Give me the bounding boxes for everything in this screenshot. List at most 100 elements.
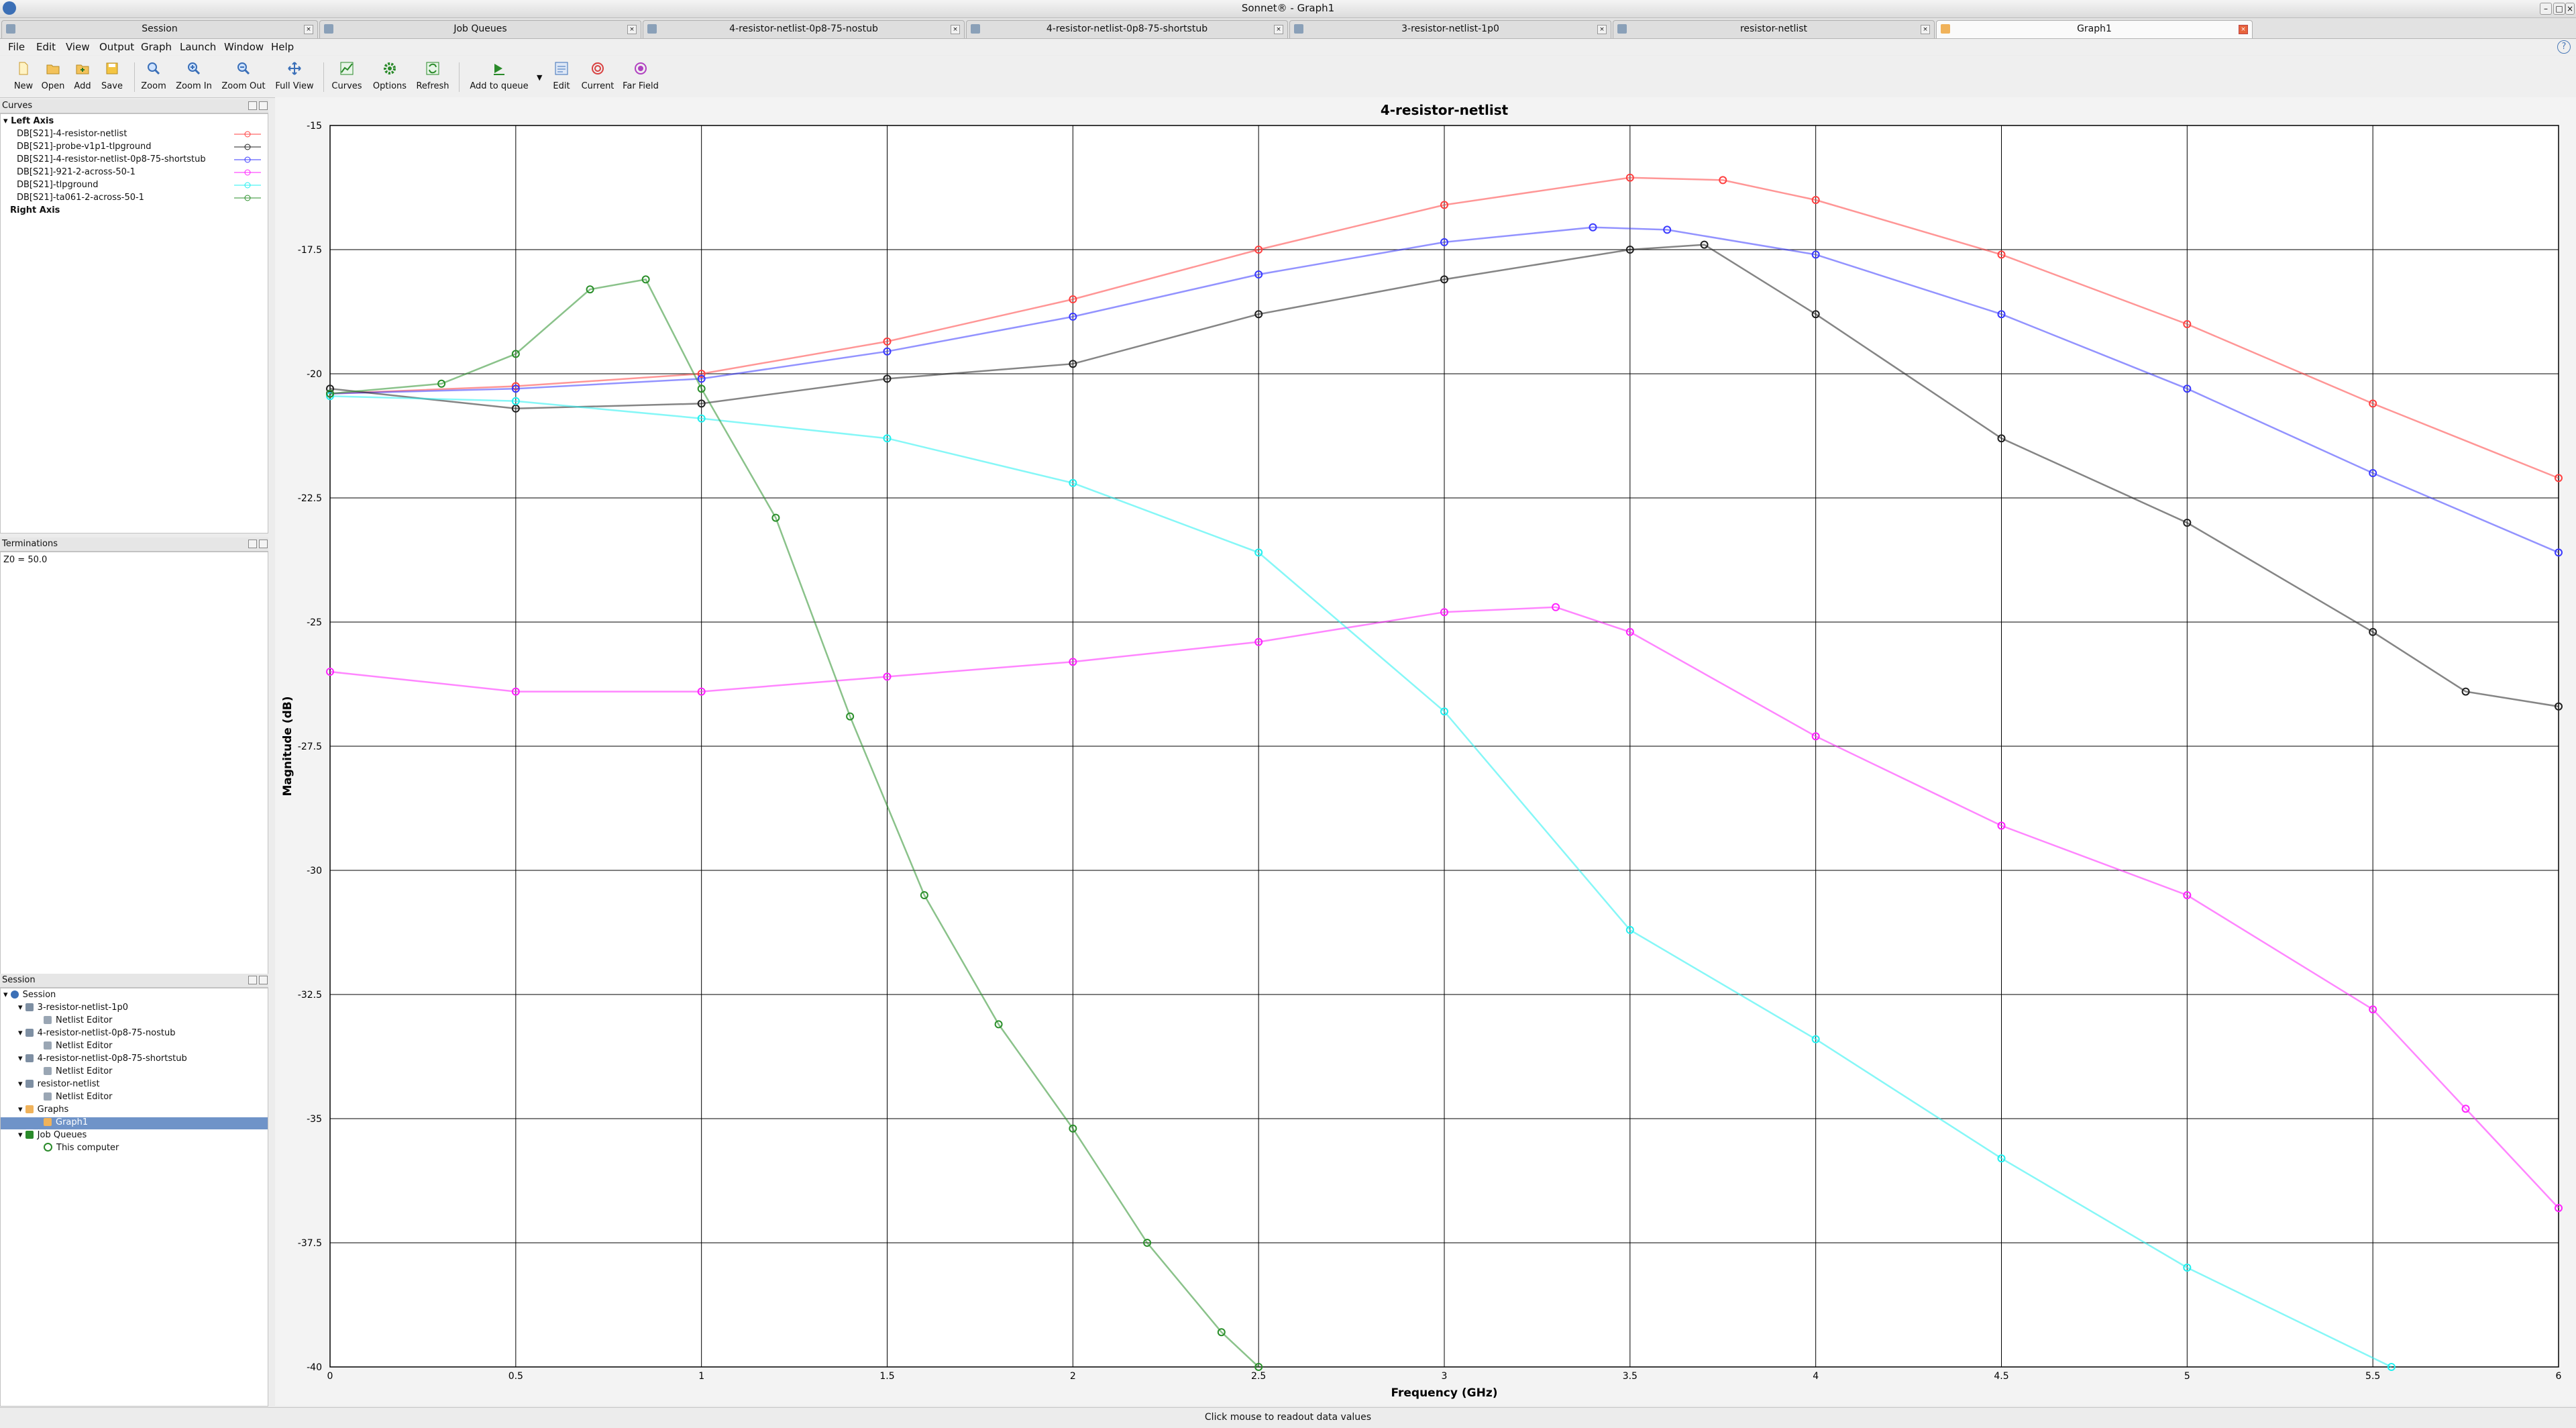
window-title: Sonnet® - Graph1 (1241, 2, 1335, 14)
y-tick-label: -37.5 (298, 1238, 322, 1249)
x-tick-label: 5 (2184, 1371, 2190, 1382)
menu-help[interactable]: Help (271, 41, 294, 53)
close-panel-icon[interactable] (259, 976, 268, 984)
status-text: Click mouse to readout data values (1204, 1412, 1372, 1423)
help-icon[interactable]: ? (2557, 40, 2571, 54)
float-panel-icon[interactable] (248, 976, 257, 984)
menu-view[interactable]: View (66, 41, 90, 53)
tree-node-netlist[interactable]: ▾ 4-resistor-netlist-0p8-75-shortstub (18, 1054, 187, 1066)
tree-node-label: Netlist Editor (56, 1066, 113, 1076)
tree-node-netlist-editor[interactable]: Netlist Editor (44, 1015, 113, 1027)
curves-button[interactable]: Curves (323, 60, 370, 95)
close-icon[interactable]: × (2565, 3, 2575, 15)
close-panel-icon[interactable] (259, 101, 268, 110)
tree-node-netlist-editor[interactable]: Netlist Editor (44, 1041, 113, 1053)
expand-chevron-icon[interactable]: ▾ (18, 1028, 23, 1038)
expand-chevron-icon[interactable]: ▾ (3, 116, 8, 126)
tree-node-job-queues[interactable]: ▾ Job Queues (18, 1130, 87, 1142)
menu-file[interactable]: File (8, 41, 25, 53)
tree-node-this-computer[interactable]: This computer (44, 1143, 119, 1155)
options-gear-icon (384, 62, 396, 74)
tree-node-session[interactable]: ▾ Session (3, 990, 56, 1002)
tab-4-resistor-netlist-0p8-75-nostub[interactable]: 4-resistor-netlist-0p8-75-nostub × (643, 20, 965, 38)
zoom-in-button[interactable]: Zoom In (170, 60, 217, 95)
expand-chevron-icon[interactable]: ▾ (18, 1054, 23, 1064)
right-axis-node[interactable]: Right Axis (10, 205, 60, 215)
tab-graph1[interactable]: Graph1 × (1936, 20, 2253, 38)
float-panel-icon[interactable] (248, 101, 257, 110)
tree-node-netlist-editor[interactable]: Netlist Editor (44, 1066, 113, 1078)
left-axis-node[interactable]: ▾ Left Axis (3, 116, 54, 126)
far-field-button[interactable]: Far Field (617, 60, 664, 95)
tab-resistor-netlist[interactable]: resistor-netlist × (1613, 20, 1935, 38)
expand-chevron-icon[interactable]: ▾ (18, 1105, 23, 1115)
job-queues-icon (25, 1131, 34, 1139)
maximize-icon[interactable]: □ (2553, 3, 2565, 15)
main-toolbar: New Open Add Save Zoom Zoom In Zoom Out … (0, 56, 2576, 98)
add-to-queue-button[interactable]: Add to queue (467, 60, 531, 95)
expand-chevron-icon[interactable]: ▾ (18, 1130, 23, 1140)
tree-node-netlist[interactable]: ▾ 3-resistor-netlist-1p0 (18, 1003, 128, 1015)
add-folder-icon (76, 64, 89, 74)
curve-item[interactable]: DB[S21]-4-resistor-netlist-0p8-75-shorts… (17, 154, 265, 166)
tree-node-graph1[interactable]: Graph1 (1, 1117, 268, 1129)
tree-node-label: Graphs (37, 1105, 69, 1115)
tab-label: Job Queues (453, 23, 507, 34)
menu-launch[interactable]: Launch (180, 41, 216, 53)
tab-close-icon[interactable]: × (627, 25, 637, 34)
status-bar: Click mouse to readout data values (0, 1407, 2576, 1428)
full-view-button[interactable]: Full View (271, 60, 318, 95)
tab-close-icon[interactable]: × (1274, 25, 1283, 34)
tab-close-icon[interactable]: × (304, 25, 313, 34)
chart-svg[interactable]: 4-resistor-netlist 0 0.5 1 1.5 2 2.5 3 3.5 4 4.5 5… (275, 97, 2576, 1406)
refresh-button-label: Refresh (416, 81, 449, 91)
zoom-out-button[interactable]: Zoom Out (220, 60, 267, 95)
tab-3-resistor-netlist-1p0[interactable]: 3-resistor-netlist-1p0 × (1289, 20, 1611, 38)
graph-view[interactable]: 4-resistor-netlist 0 0.5 1 1.5 2 2.5 3 3.5 4 4.5 5… (275, 97, 2576, 1406)
chart-title: 4-resistor-netlist (1381, 102, 1509, 118)
tree-node-label: 4-resistor-netlist-0p8-75-nostub (37, 1028, 176, 1038)
tree-node-label: resistor-netlist (37, 1079, 100, 1089)
open-folder-icon (46, 64, 60, 74)
tab-label: 4-resistor-netlist-0p8-75-shortstub (1046, 23, 1208, 34)
tab-close-icon[interactable]: × (951, 25, 960, 34)
curve-label: DB[S21]-ta061-2-across-50-1 (17, 193, 144, 203)
far-field-button-label: Far Field (623, 81, 659, 91)
netlist-icon (1294, 24, 1303, 34)
netlist-icon (25, 1080, 34, 1088)
y-tick-label: -22.5 (298, 493, 322, 504)
menu-graph[interactable]: Graph (141, 41, 172, 53)
refresh-button[interactable]: Refresh (409, 60, 456, 95)
edit-icon (555, 62, 568, 75)
curve-item[interactable]: DB[S21]-921-2-across-50-1 (17, 166, 265, 178)
current-button[interactable]: Current (574, 60, 621, 95)
close-panel-icon[interactable] (259, 540, 268, 548)
menu-window[interactable]: Window (224, 41, 264, 53)
curve-item[interactable]: DB[S21]-probe-v1p1-tlpground (17, 141, 265, 153)
tab-close-icon[interactable]: × (1921, 25, 1930, 34)
tab-close-icon[interactable]: × (1597, 25, 1607, 34)
tree-node-graphs[interactable]: ▾ Graphs (18, 1105, 68, 1117)
tab-session[interactable]: Session × (1, 20, 318, 38)
tab-4-resistor-netlist-0p8-75-shortstub[interactable]: 4-resistor-netlist-0p8-75-shortstub × (966, 20, 1288, 38)
curve-item[interactable]: DB[S21]-tlpground (17, 179, 265, 191)
expand-chevron-icon[interactable]: ▾ (3, 990, 8, 1000)
tree-node-netlist-editor[interactable]: Netlist Editor (44, 1092, 113, 1104)
expand-chevron-icon[interactable]: ▾ (18, 1079, 23, 1089)
menu-output[interactable]: Output (99, 41, 134, 53)
float-panel-icon[interactable] (248, 540, 257, 548)
tab-close-icon[interactable]: × (2239, 25, 2248, 34)
tree-node-netlist[interactable]: ▾ resistor-netlist (18, 1079, 100, 1091)
zoom-icon (148, 62, 160, 75)
minimize-icon[interactable]: – (2540, 3, 2552, 15)
curve-item[interactable]: DB[S21]-ta061-2-across-50-1 (17, 192, 265, 204)
tree-node-netlist[interactable]: ▾ 4-resistor-netlist-0p8-75-nostub (18, 1028, 176, 1040)
tab-job-queues[interactable]: Job Queues × (319, 20, 641, 38)
save-button[interactable]: Save (89, 60, 136, 95)
curve-item[interactable]: DB[S21]-4-resistor-netlist (17, 128, 265, 140)
graph-icon (1941, 24, 1950, 34)
options-button[interactable]: Options (366, 60, 413, 95)
menu-edit[interactable]: Edit (36, 41, 56, 53)
expand-chevron-icon[interactable]: ▾ (18, 1003, 23, 1013)
x-tick-label: 3.5 (1623, 1371, 1638, 1382)
